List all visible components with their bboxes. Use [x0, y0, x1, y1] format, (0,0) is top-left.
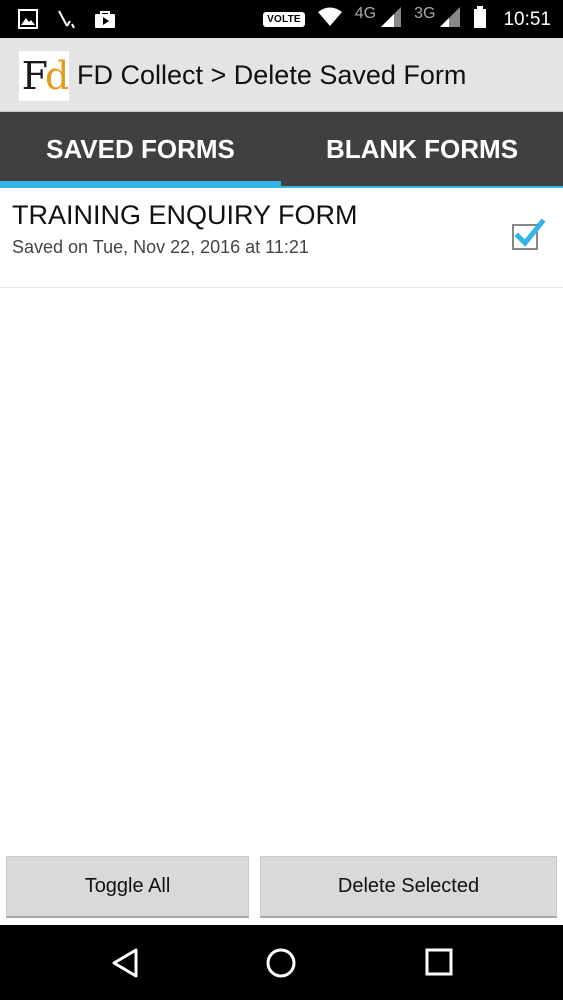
saved-forms-list: TRAINING ENQUIRY FORM Saved on Tue, Nov …	[0, 188, 563, 288]
home-icon[interactable]	[265, 947, 297, 984]
system-nav-bar	[0, 925, 563, 1000]
play-store-icon	[94, 9, 116, 34]
form-title: TRAINING ENQUIRY FORM	[12, 200, 358, 230]
logo-letter-f: F	[21, 54, 48, 98]
form-saved-date: Saved on Tue, Nov 22, 2016 at 11:21	[12, 237, 309, 257]
checkmark-icon	[514, 218, 546, 247]
missed-call-icon	[56, 9, 76, 34]
form-checkbox[interactable]	[512, 218, 546, 250]
wifi-icon	[317, 7, 343, 32]
battery-icon	[473, 6, 487, 33]
tab-saved-forms-label: SAVED FORMS	[46, 133, 235, 164]
tab-selected-indicator	[0, 181, 281, 188]
page-title: FD Collect > Delete Saved Form	[77, 60, 467, 90]
status-bar: VOLTE 4G 3G 10:51	[0, 0, 563, 38]
network-3g-label: 3G	[414, 4, 436, 22]
clock: 10:51	[503, 8, 551, 30]
volte-badge: VOLTE	[263, 12, 305, 27]
app-logo: Fd	[19, 51, 69, 101]
tab-blank-forms-label: BLANK FORMS	[325, 133, 519, 164]
tab-blank-forms[interactable]: BLANK FORMS	[281, 112, 563, 188]
list-item[interactable]: TRAINING ENQUIRY FORM Saved on Tue, Nov …	[0, 188, 563, 288]
network-4g-label: 4G	[354, 4, 377, 22]
logo-letter-d: d	[45, 54, 69, 98]
delete-selected-button[interactable]: Delete Selected	[260, 856, 557, 918]
signal-icon	[439, 6, 461, 33]
action-button-bar: Toggle All Delete Selected	[0, 856, 563, 920]
gallery-icon	[18, 9, 38, 34]
back-icon[interactable]	[110, 947, 140, 984]
toggle-all-button[interactable]: Toggle All	[6, 856, 249, 918]
tab-saved-forms[interactable]: SAVED FORMS	[0, 112, 281, 188]
app-bar: Fd FD Collect > Delete Saved Form	[0, 38, 563, 112]
recent-apps-icon[interactable]	[424, 947, 454, 982]
tab-bar: SAVED FORMS BLANK FORMS	[0, 112, 563, 188]
signal-icon	[380, 6, 402, 33]
